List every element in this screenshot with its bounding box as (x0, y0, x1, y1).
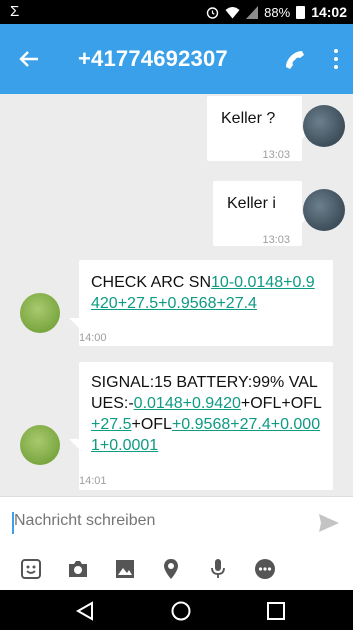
conversation-title: +41774692307 (78, 46, 228, 71)
back-arrow-icon[interactable] (18, 44, 40, 74)
battery-icon (296, 5, 306, 19)
message-incoming[interactable]: CHECK ARC SN10-0.0148+0.9420+27.5+0.9568… (79, 260, 333, 346)
app-bar: +41774692307 (0, 24, 353, 94)
more-horiz-icon[interactable] (254, 558, 276, 580)
status-icons: 88% 14:02 (206, 4, 347, 20)
message-time: 13:03 (262, 149, 290, 161)
home-nav-icon[interactable] (170, 600, 192, 622)
navigation-bar (0, 590, 353, 630)
message-text-part: CHECK ARC SN (91, 274, 212, 291)
message-time: 13:03 (262, 234, 290, 246)
compose-bar (0, 496, 353, 550)
back-nav-icon[interactable] (74, 600, 96, 622)
bubble-tail (69, 439, 79, 449)
message-text-part: +OFL+OFL (240, 395, 322, 412)
message-text: Keller i (227, 195, 276, 212)
wifi-icon (225, 6, 240, 18)
bubble-tail (69, 318, 79, 328)
message-link[interactable]: +27.5 (91, 416, 131, 433)
message-input[interactable] (14, 512, 274, 530)
conversation[interactable]: Keller ? 13:03 Keller i 13:03 CHECK ARC … (0, 94, 353, 496)
image-icon[interactable] (114, 558, 136, 580)
sticker-icon[interactable] (20, 558, 42, 580)
avatar[interactable] (20, 293, 60, 333)
phone-icon[interactable] (283, 48, 305, 70)
message-outgoing[interactable]: Keller ? 13:03 (207, 96, 302, 161)
message-time: 14:01 (79, 475, 107, 487)
avatar[interactable] (303, 105, 345, 147)
attachment-bar (0, 550, 353, 590)
recents-nav-icon[interactable] (265, 600, 287, 622)
usb-icon: Ʃ (10, 3, 20, 20)
camera-icon[interactable] (67, 558, 89, 580)
battery-percent: 88% (264, 4, 291, 20)
message-incoming[interactable]: SIGNAL:15 BATTERY:99% VALUES:-0.0148+0.9… (79, 362, 333, 490)
message-link[interactable]: 0.0148+0.9420 (134, 395, 241, 412)
message-text-part: +OFL (131, 416, 172, 433)
message-text: Keller ? (221, 110, 276, 127)
status-bar: Ʃ 88% 14:02 (0, 0, 353, 24)
avatar[interactable] (20, 425, 60, 465)
location-icon[interactable] (160, 558, 182, 580)
avatar[interactable] (303, 189, 345, 231)
microphone-icon[interactable] (207, 558, 229, 580)
alarm-icon (206, 6, 219, 19)
message-text: SIGNAL:15 BATTERY:99% VALUES:-0.0148+0.9… (91, 372, 323, 456)
send-icon[interactable] (318, 513, 340, 533)
message-outgoing[interactable]: Keller i 13:03 (213, 181, 302, 246)
clock: 14:02 (311, 4, 347, 20)
more-vert-icon[interactable] (329, 46, 343, 72)
message-text: CHECK ARC SN10-0.0148+0.9420+27.5+0.9568… (91, 272, 323, 314)
signal-icon (246, 5, 259, 19)
message-time: 14:00 (79, 332, 107, 344)
